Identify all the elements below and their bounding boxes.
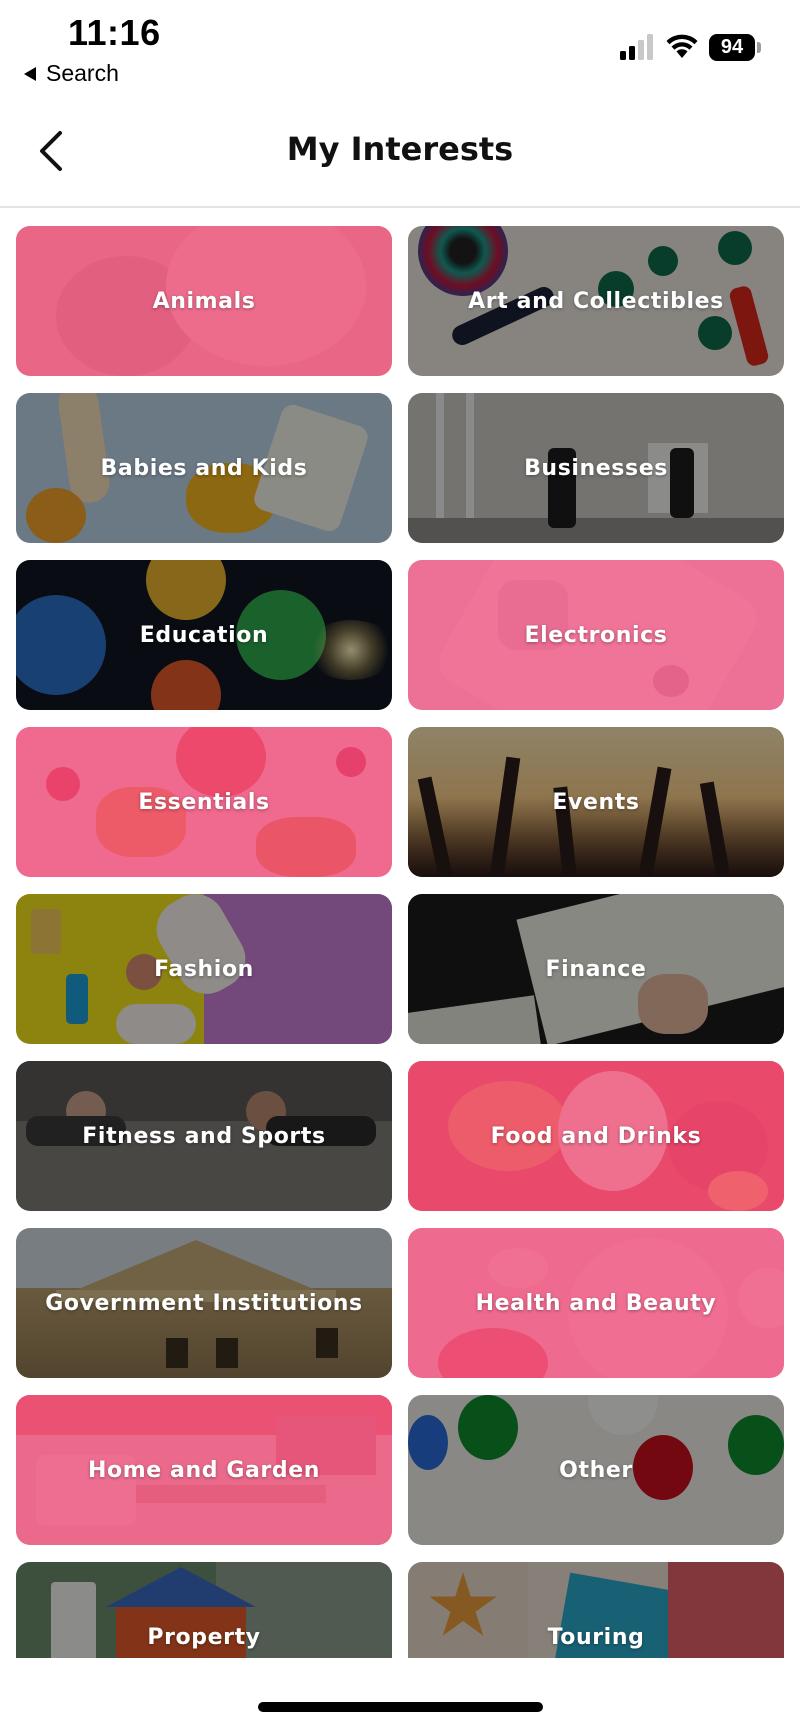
cellular-signal-icon [620, 34, 653, 60]
bottom-safe-area [0, 1658, 800, 1729]
interest-label: Essentials [138, 789, 270, 815]
interest-tile-home-and-garden[interactable]: Home and Garden [16, 1395, 392, 1545]
interest-tile-fitness-and-sports[interactable]: Fitness and Sports [16, 1061, 392, 1211]
interest-tile-property[interactable]: Property [16, 1562, 392, 1658]
interest-label: Electronics [524, 622, 668, 648]
interest-label: Touring [547, 1624, 645, 1650]
home-indicator[interactable] [258, 1702, 543, 1712]
interest-tile-government-institutions[interactable]: Government Institutions [16, 1228, 392, 1378]
interest-label: Art and Collectibles [468, 288, 724, 314]
nav-header: My Interests [0, 100, 800, 208]
interest-label: Government Institutions [45, 1290, 363, 1316]
back-triangle-icon [24, 66, 36, 81]
interest-label: Events [552, 789, 640, 815]
interest-tile-touring[interactable]: Touring [408, 1562, 784, 1658]
interest-label: Finance [545, 956, 647, 982]
status-time: 11:16 [68, 12, 161, 53]
interest-label: Food and Drinks [490, 1123, 702, 1149]
interest-tile-fashion[interactable]: Fashion [16, 894, 392, 1044]
interest-tile-businesses[interactable]: Businesses [408, 393, 784, 543]
interest-label: Animals [152, 288, 256, 314]
interest-tile-other[interactable]: Other [408, 1395, 784, 1545]
battery-icon: 94 [709, 34, 755, 61]
back-to-search-link[interactable]: Search [24, 60, 119, 87]
interest-label: Health and Beauty [475, 1290, 717, 1316]
interest-label: Businesses [524, 455, 668, 481]
battery-tip [757, 42, 761, 53]
interest-tile-essentials[interactable]: Essentials [16, 727, 392, 877]
interest-label: Education [139, 622, 269, 648]
battery-level: 94 [720, 36, 744, 58]
interest-tile-health-and-beauty[interactable]: Health and Beauty [408, 1228, 784, 1378]
back-to-search-label: Search [46, 60, 119, 86]
interest-tile-events[interactable]: Events [408, 727, 784, 877]
my-interests-screen: 11:16 Search 94 My Interests Animals Art… [0, 0, 800, 1729]
interest-tile-babies-and-kids[interactable]: Babies and Kids [16, 393, 392, 543]
wifi-icon [666, 34, 698, 58]
interest-label: Fashion [154, 956, 254, 982]
interest-tile-electronics[interactable]: Electronics [408, 560, 784, 710]
interest-tile-finance[interactable]: Finance [408, 894, 784, 1044]
status-bar: 11:16 Search 94 [0, 0, 800, 96]
interest-label: Home and Garden [87, 1457, 321, 1483]
interest-label: Property [147, 1624, 261, 1650]
interest-tile-animals[interactable]: Animals [16, 226, 392, 376]
interests-scroll-area[interactable]: Animals Art and Collectibles Babies and … [0, 210, 800, 1658]
interest-label: Fitness and Sports [82, 1123, 326, 1149]
page-title: My Interests [286, 130, 514, 168]
interest-tile-education[interactable]: Education [16, 560, 392, 710]
interests-grid: Animals Art and Collectibles Babies and … [16, 226, 784, 1658]
interest-tile-food-and-drinks[interactable]: Food and Drinks [408, 1061, 784, 1211]
interest-tile-art-and-collectibles[interactable]: Art and Collectibles [408, 226, 784, 376]
interest-label: Other [559, 1457, 633, 1483]
interest-label: Babies and Kids [100, 455, 308, 481]
